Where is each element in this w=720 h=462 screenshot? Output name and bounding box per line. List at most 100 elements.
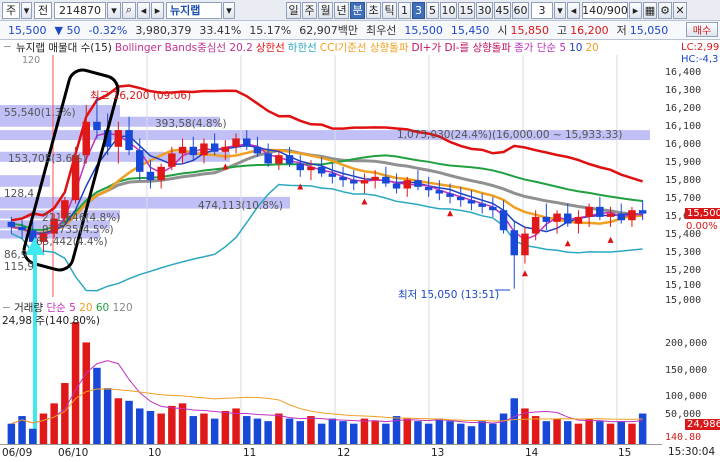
legend-ma10[interactable]: 10 [569,42,582,54]
next-stock-icon[interactable]: ▸ [151,1,164,19]
volume-pct-badge: 140.80 [665,432,702,443]
legend-volume-profile[interactable]: 뉴지랩 매물대 수(15) [16,40,112,55]
volume-bar [499,413,508,444]
date-label: 06/10 [58,447,89,459]
period-tick-button[interactable]: 틱 [382,1,397,19]
price-tick: 15,900 [665,157,702,168]
close-icon[interactable]: ✕ [673,1,687,19]
prev-stock-icon[interactable]: ◂ [137,1,150,19]
price-change-pct: -0.32% [88,23,128,37]
code-search-icon[interactable]: ▾ [107,1,121,19]
volume-bar [200,413,208,444]
minute-10-button[interactable]: 10 [440,1,457,19]
name-dropdown-icon[interactable]: ▾ [223,1,235,19]
candle-body [628,210,636,221]
legend-upper-band[interactable]: 상한선 [256,40,285,55]
candle-body [317,166,326,174]
volume-bar [596,421,604,444]
price-tick: 15,200 [665,265,702,276]
volume-bar [435,418,444,444]
volume-bar [403,418,411,444]
volume-legend-120[interactable]: 120 [113,302,133,314]
legend-lower-band[interactable]: 하한선 [288,40,317,55]
candle-body [285,155,294,164]
vp-label-11: 115,9 [4,261,35,273]
price-tick: 15,700 [665,193,702,204]
period-year-button[interactable]: 년 [334,1,349,19]
volume-tick: 100,000 [665,391,708,402]
minute-45-button[interactable]: 45 [494,1,511,19]
amount-value: 62,907백만 [299,24,358,37]
candle-body [467,200,476,204]
chart-type-dropdown-icon[interactable]: ▾ [21,1,32,19]
volume-bar [414,421,422,444]
interval-dropdown-icon[interactable]: ▾ [554,1,566,19]
buy-button[interactable]: 매수 [686,22,718,37]
magnifier-icon[interactable]: ⌕ [122,1,136,19]
date-label: 12 [337,447,351,459]
candle-body [146,171,155,181]
grid-icon[interactable]: ▦ [643,1,657,19]
period-month-button[interactable]: 월 [318,1,333,19]
volume-bar [510,398,518,444]
period-week-button[interactable]: 주 [302,1,317,19]
interval-input[interactable]: 3 [531,1,553,19]
chart-type-toggle[interactable]: 주 [2,1,20,19]
volume-bar [210,418,219,444]
volume-bar [617,421,625,444]
legend-cci[interactable]: CCI기준선 상향돌파 [320,40,409,55]
volume-bar [93,367,101,444]
price-tick: 16,300 [665,85,702,96]
volume-bar [542,421,551,444]
market-toggle[interactable]: 전 [34,1,52,19]
volume-bar [39,413,48,444]
minute-5-button[interactable]: 5 [426,1,439,19]
signal-up-arrow [564,240,571,247]
high-value: 16,200 [570,23,609,37]
period-second-button[interactable]: 초 [366,1,381,19]
candle-body [606,213,615,217]
volume-info: 24,98 주(140.80%) [2,315,100,327]
legend-ma20[interactable]: 20 [585,42,598,54]
minute-3-button[interactable]: 3 [412,1,425,19]
candle-body [392,183,401,189]
scroll-right-icon[interactable]: ▸ [629,1,642,19]
volume-bar [189,416,197,444]
volume-bar [531,416,540,444]
candle-body [232,138,240,147]
legend-bollinger[interactable]: Bollinger Bands중심선 20.2 [115,40,253,55]
date-label: 14 [525,447,539,459]
volume-bar [606,423,615,444]
period-day-button[interactable]: 일 [286,1,301,19]
main-toolbar: 주 ▾ 전 214870 ▾ ⌕ ◂ ▸ 뉴지랩 ▾ 일 주 월 년 분 초 틱… [0,0,720,21]
legend-dmi[interactable]: DI+가 DI-를 상향돌파 [412,40,512,55]
settings-gear-icon[interactable]: ⚙ [658,1,672,19]
volume-bar [221,410,230,444]
volume-bar [585,418,593,444]
minute-30-button[interactable]: 30 [476,1,493,19]
candle-body [82,121,90,156]
volume-bar [457,423,465,444]
minute-1-button[interactable]: 1 [398,1,411,19]
candle-body [542,216,551,222]
volume-bar [243,416,251,444]
minute-60-button[interactable]: 60 [512,1,529,19]
volume-bar [564,421,572,444]
scroll-left-icon[interactable]: ◂ [567,1,580,19]
candle-body [596,206,604,217]
vp-label-5: 128,4 [4,188,35,200]
candle-body [200,143,208,156]
volume-bar [628,423,636,444]
price-tick: 16,200 [665,103,702,114]
volume-value: 3,980,379 [135,23,192,37]
volume-bar [360,418,369,444]
stock-name-field[interactable]: 뉴지랩 [166,1,222,19]
legend-ma5[interactable]: 종가 단순 5 [514,40,566,55]
volume-bar [253,418,262,444]
data-count-input[interactable]: 140/900 [582,1,628,19]
minute-15-button[interactable]: 15 [458,1,475,19]
legend-collapse-icon[interactable]: − [3,41,12,53]
period-minute-button[interactable]: 분 [350,1,365,19]
candle-body [189,146,197,156]
stock-code-input[interactable]: 214870 [54,1,106,19]
